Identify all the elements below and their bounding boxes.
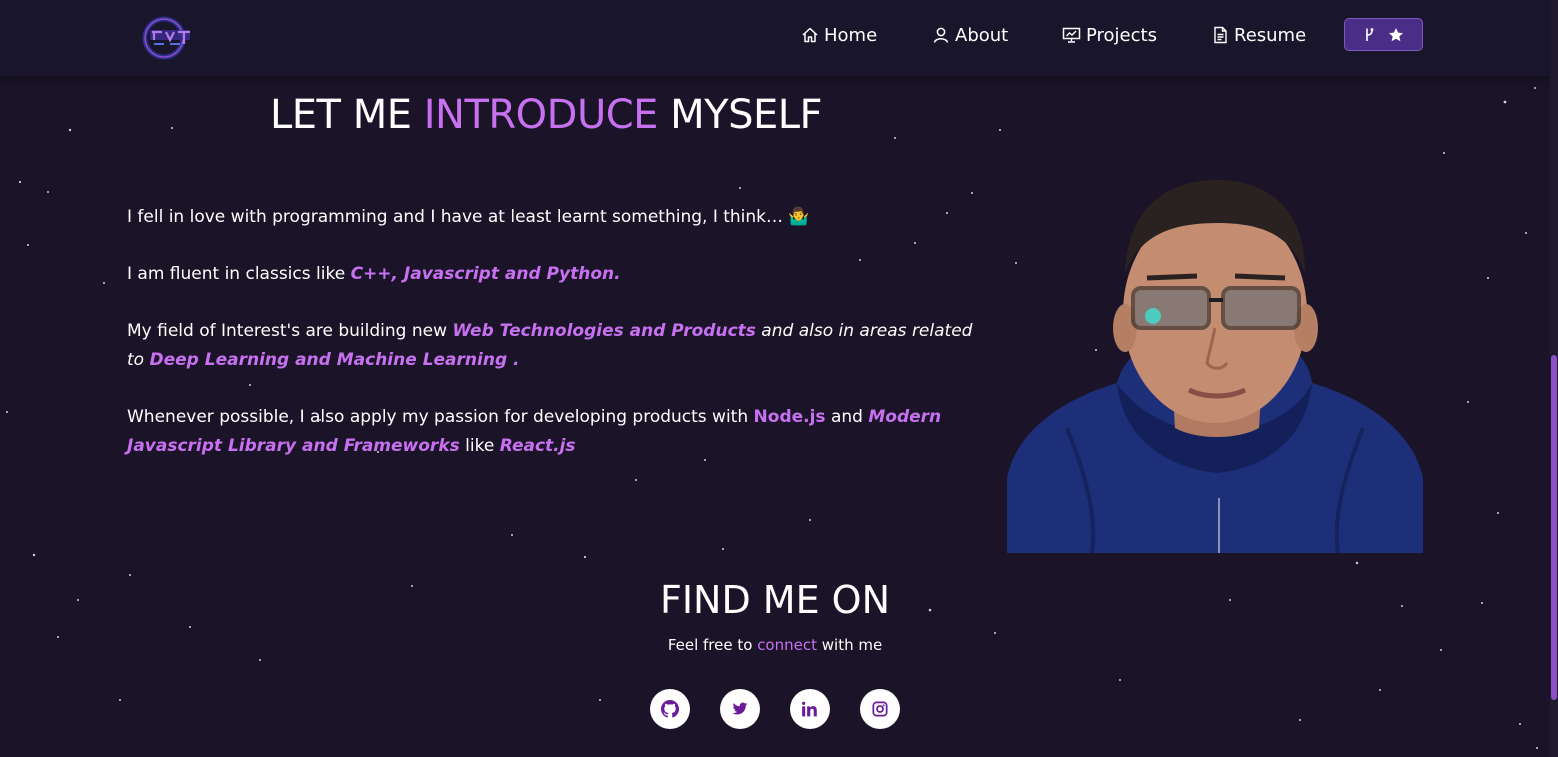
p4-react: React.js xyxy=(499,436,576,456)
linkedin-icon xyxy=(802,701,817,717)
intro-heading: LET ME INTRODUCE MYSELF xyxy=(270,92,823,138)
instagram-link[interactable] xyxy=(860,689,900,729)
nav-about[interactable]: About xyxy=(932,22,1008,48)
intro-heading-highlight: INTRODUCE xyxy=(423,92,659,138)
twitter-link[interactable] xyxy=(720,689,760,729)
scrollbar-thumb[interactable] xyxy=(1551,355,1557,700)
p3-ml: Deep Learning and Machine Learning . xyxy=(149,350,520,370)
navbar: Home About Projects Resume xyxy=(0,0,1550,76)
p4-text: Whenever possible, I also apply my passi… xyxy=(127,407,754,427)
nav-resume[interactable]: Resume xyxy=(1212,22,1306,48)
find-sub-text: Feel free to xyxy=(667,636,758,654)
nav-resume-label: Resume xyxy=(1234,24,1307,46)
connect-link[interactable]: connect xyxy=(757,636,817,654)
intro-paragraph-2: I am fluent in classics like C++, Javasc… xyxy=(127,260,987,289)
star-icon xyxy=(1388,27,1403,41)
find-me-heading: FIND ME ON xyxy=(659,578,891,622)
intro-heading-part2: MYSELF xyxy=(657,92,823,138)
github-icon xyxy=(661,700,679,718)
p4-like: like xyxy=(459,436,500,456)
projects-icon xyxy=(1062,27,1081,43)
p2-text: I am fluent in classics like xyxy=(127,264,351,284)
nav-projects-label: Projects xyxy=(1086,24,1157,46)
p2-languages: C++, Javascript and Python. xyxy=(350,264,621,284)
github-fork-button[interactable] xyxy=(1344,18,1423,51)
p3-web-tech: Web Technologies and Products xyxy=(452,321,756,341)
github-link[interactable] xyxy=(650,689,690,729)
find-sub-end: with me xyxy=(816,636,883,654)
page-scrollbar[interactable] xyxy=(1550,0,1558,757)
find-me-subtitle: Feel free to connect with me xyxy=(0,636,1550,654)
nav-about-label: About xyxy=(955,24,1009,46)
p4-and: and xyxy=(825,407,869,427)
intro-paragraph-3: My field of Interest's are building new … xyxy=(127,317,987,375)
nav-home-label: Home xyxy=(824,24,878,46)
avatar xyxy=(1007,180,1423,553)
intro-body: I fell in love with programming and I ha… xyxy=(127,203,987,489)
logo-icon[interactable] xyxy=(140,14,194,60)
user-icon xyxy=(933,27,949,43)
nav-home[interactable]: Home xyxy=(801,22,877,48)
p3-text: My field of Interest's are building new xyxy=(127,321,453,341)
intro-paragraph-4: Whenever possible, I also apply my passi… xyxy=(127,403,987,461)
intro-paragraph-1: I fell in love with programming and I ha… xyxy=(127,207,810,227)
intro-heading-part1: LET ME xyxy=(270,92,424,138)
fork-icon xyxy=(1365,27,1373,41)
p4-node: Node.js xyxy=(753,407,826,427)
home-icon xyxy=(802,27,818,43)
linkedin-link[interactable] xyxy=(790,689,830,729)
nav-projects[interactable]: Projects xyxy=(1062,22,1157,48)
twitter-icon xyxy=(732,702,748,715)
document-icon xyxy=(1214,26,1227,44)
instagram-icon xyxy=(872,701,888,717)
